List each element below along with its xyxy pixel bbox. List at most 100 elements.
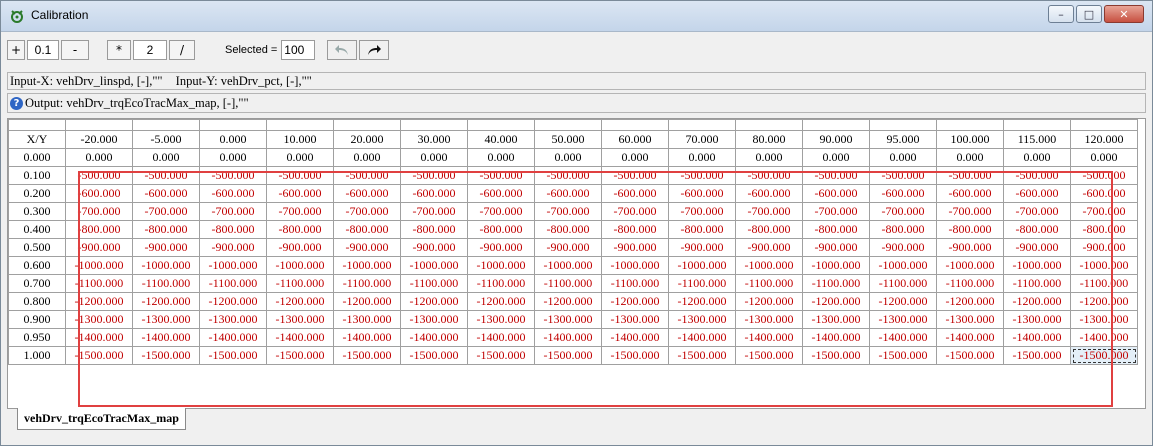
column-header-x[interactable]: 60.000 [601,130,669,149]
table-cell[interactable]: -1000.000 [735,256,803,275]
table-cell[interactable]: -900.000 [936,238,1004,257]
row-header-y[interactable]: 0.200 [8,184,66,203]
table-cell[interactable]: 0.000 [534,148,602,167]
table-cell[interactable]: -900.000 [735,238,803,257]
table-cell[interactable]: -800.000 [735,220,803,239]
table-cell[interactable]: -500.000 [668,166,736,185]
column-header-x[interactable]: 30.000 [400,130,468,149]
table-cell[interactable]: -500.000 [735,166,803,185]
table-cell[interactable]: -700.000 [1003,202,1071,221]
table-cell[interactable]: -700.000 [333,202,401,221]
table-cell[interactable]: -600.000 [869,184,937,203]
column-header-x[interactable]: 115.000 [1003,130,1071,149]
table-cell[interactable]: -1500.000 [869,346,937,365]
table-cell[interactable]: -1500.000 [1003,346,1071,365]
table-cell[interactable]: -1500.000 [266,346,334,365]
table-cell[interactable]: -1200.000 [601,292,669,311]
table-cell[interactable]: -1500.000 [467,346,535,365]
table-cell[interactable]: -1000.000 [802,256,870,275]
column-header-x[interactable]: 10.000 [266,130,334,149]
table-cell[interactable]: -1200.000 [65,292,133,311]
table-cell[interactable]: -1300.000 [735,310,803,329]
table-cell[interactable]: -1400.000 [65,328,133,347]
table-cell[interactable]: -1500.000 [735,346,803,365]
table-cell[interactable]: -1500.000 [1070,346,1138,365]
column-header-x[interactable]: -20.000 [65,130,133,149]
table-cell[interactable]: -900.000 [266,238,334,257]
column-header-x[interactable]: 80.000 [735,130,803,149]
undo-button[interactable] [327,40,358,60]
table-cell[interactable]: -600.000 [668,184,736,203]
table-cell[interactable]: -1000.000 [869,256,937,275]
table-cell[interactable]: -1200.000 [668,292,736,311]
table-cell[interactable]: -1100.000 [400,274,468,293]
table-cell[interactable]: -700.000 [534,202,602,221]
table-cell[interactable]: -1400.000 [199,328,267,347]
table-cell[interactable]: -1300.000 [534,310,602,329]
column-header-x[interactable]: 20.000 [333,130,401,149]
table-cell[interactable]: -800.000 [534,220,602,239]
table-cell[interactable]: -1000.000 [400,256,468,275]
table-cell[interactable]: -1200.000 [735,292,803,311]
table-cell[interactable]: -1200.000 [1003,292,1071,311]
table-cell[interactable]: 0.000 [936,148,1004,167]
table-cell[interactable]: -1300.000 [668,310,736,329]
table-cell[interactable]: -800.000 [668,220,736,239]
table-cell[interactable]: -600.000 [735,184,803,203]
table-cell[interactable]: -1300.000 [199,310,267,329]
table-cell[interactable]: -1000.000 [132,256,200,275]
table-cell[interactable]: -700.000 [400,202,468,221]
table-cell[interactable]: -1500.000 [132,346,200,365]
table-cell[interactable]: -1500.000 [199,346,267,365]
table-cell[interactable]: 0.000 [132,148,200,167]
row-header-y[interactable]: 0.500 [8,238,66,257]
table-cell[interactable]: -1400.000 [1070,328,1138,347]
table-cell[interactable]: 0.000 [199,148,267,167]
table-cell[interactable]: -700.000 [735,202,803,221]
table-cell[interactable]: -1300.000 [802,310,870,329]
table-cell[interactable]: -500.000 [467,166,535,185]
table-cell[interactable]: -1100.000 [668,274,736,293]
table-cell[interactable]: -500.000 [266,166,334,185]
table-cell[interactable]: -900.000 [534,238,602,257]
table-cell[interactable]: -900.000 [400,238,468,257]
table-cell[interactable]: -1400.000 [936,328,1004,347]
table-cell[interactable]: -700.000 [802,202,870,221]
table-cell[interactable]: -1300.000 [65,310,133,329]
row-header-y[interactable]: 0.900 [8,310,66,329]
table-cell[interactable]: -1100.000 [266,274,334,293]
table-cell[interactable]: -1400.000 [467,328,535,347]
table-cell[interactable]: -600.000 [65,184,133,203]
table-cell[interactable]: -1100.000 [467,274,535,293]
row-header-y[interactable]: 0.300 [8,202,66,221]
table-cell[interactable]: -600.000 [936,184,1004,203]
table-cell[interactable]: -900.000 [65,238,133,257]
table-cell[interactable]: 0.000 [668,148,736,167]
table-cell[interactable]: -1400.000 [534,328,602,347]
title-bar[interactable]: Calibration – □ ✕ [1,1,1152,32]
table-cell[interactable]: -600.000 [1070,184,1138,203]
table-cell[interactable]: -500.000 [333,166,401,185]
table-cell[interactable]: -1400.000 [132,328,200,347]
table-cell[interactable]: 0.000 [802,148,870,167]
table-cell[interactable]: -600.000 [601,184,669,203]
table-cell[interactable]: -1200.000 [199,292,267,311]
table-cell[interactable]: -1100.000 [333,274,401,293]
close-button[interactable]: ✕ [1104,5,1144,23]
table-cell[interactable]: -1400.000 [869,328,937,347]
table-cell[interactable]: 0.000 [400,148,468,167]
table-cell[interactable]: -500.000 [802,166,870,185]
table-cell[interactable]: -800.000 [869,220,937,239]
table-cell[interactable]: -500.000 [1070,166,1138,185]
table-cell[interactable]: -1300.000 [333,310,401,329]
table-cell[interactable]: -1200.000 [869,292,937,311]
column-header-x[interactable]: 0.000 [199,130,267,149]
table-cell[interactable]: -800.000 [936,220,1004,239]
table-cell[interactable]: -1200.000 [132,292,200,311]
table-cell[interactable]: -900.000 [668,238,736,257]
table-cell[interactable]: -1000.000 [467,256,535,275]
table-cell[interactable]: 0.000 [266,148,334,167]
table-cell[interactable]: -500.000 [1003,166,1071,185]
column-header-x[interactable]: -5.000 [132,130,200,149]
column-header-x[interactable]: 40.000 [467,130,535,149]
